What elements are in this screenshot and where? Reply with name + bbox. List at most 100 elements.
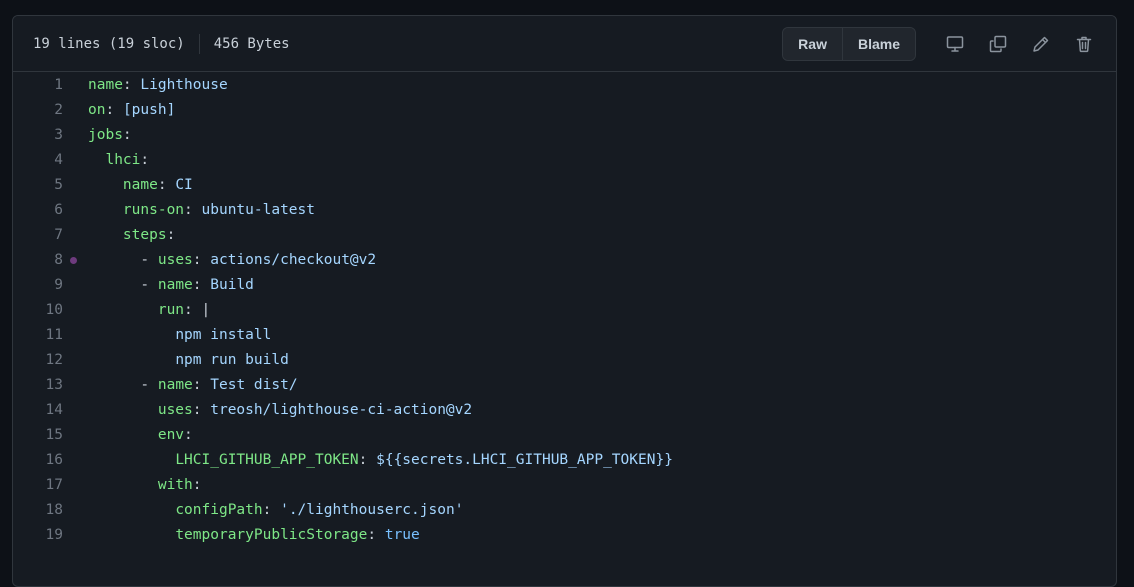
- line-number[interactable]: 19: [13, 523, 63, 548]
- line-content: name: CI: [88, 173, 193, 198]
- line-number[interactable]: 6: [13, 198, 63, 223]
- yaml-separator: :: [184, 427, 193, 443]
- line-number[interactable]: 18: [13, 498, 63, 523]
- line-number[interactable]: 15: [13, 423, 63, 448]
- line-number[interactable]: 11: [13, 323, 63, 348]
- line-number[interactable]: 7: [13, 223, 63, 248]
- yaml-key: steps: [122, 227, 167, 243]
- yaml-separator: :: [122, 77, 141, 93]
- yaml-key: lhci: [105, 152, 141, 168]
- list-dash: -: [140, 277, 158, 293]
- yaml-separator: :: [367, 527, 385, 543]
- line-number[interactable]: 16: [13, 448, 63, 473]
- yaml-separator: :: [184, 302, 202, 318]
- code-line: 10 run: |: [13, 298, 1116, 323]
- yaml-separator: :: [140, 152, 150, 168]
- yaml-value: Test dist/: [210, 377, 298, 393]
- yaml-separator: :: [358, 452, 377, 468]
- line-number[interactable]: 8: [13, 248, 63, 273]
- code-line: 19 temporaryPublicStorage: true: [13, 523, 1116, 548]
- yaml-key: configPath: [175, 502, 263, 518]
- line-marker: [63, 398, 88, 423]
- code-line: 12 npm run build: [13, 348, 1116, 373]
- line-marker: [63, 448, 88, 473]
- code-line: 6 runs-on: ubuntu-latest: [13, 198, 1116, 223]
- code-line: 4 lhci:: [13, 148, 1116, 173]
- file-info: 19 lines (19 sloc) 456 Bytes: [33, 33, 290, 54]
- line-number[interactable]: 14: [13, 398, 63, 423]
- yaml-key: uses: [157, 252, 193, 268]
- yaml-key: jobs: [88, 127, 123, 143]
- line-marker: [63, 123, 88, 148]
- pencil-icon[interactable]: [1025, 28, 1057, 60]
- line-content: jobs:: [88, 123, 132, 148]
- line-marker: [63, 248, 88, 273]
- line-content: steps:: [88, 223, 175, 248]
- file-size: 456 Bytes: [213, 35, 290, 52]
- yaml-value: npm run build: [175, 352, 289, 368]
- blame-button[interactable]: Blame: [841, 27, 915, 60]
- code-line: 1 name: Lighthouse: [13, 73, 1116, 98]
- line-number[interactable]: 2: [13, 98, 63, 123]
- yaml-value: true: [384, 527, 420, 543]
- yaml-key: name: [157, 377, 193, 393]
- line-marker: [63, 298, 88, 323]
- yaml-separator: :: [262, 502, 281, 518]
- line-number[interactable]: 17: [13, 473, 63, 498]
- line-marker: [63, 223, 88, 248]
- code-line: 18 configPath: './lighthouserc.json': [13, 498, 1116, 523]
- yaml-key: uses: [157, 402, 193, 418]
- yaml-separator: :: [157, 177, 176, 193]
- line-marker: [63, 473, 88, 498]
- line-content: - name: Build: [88, 273, 254, 298]
- code-line: 8 - uses: actions/checkout@v2: [13, 248, 1116, 273]
- line-marker: [63, 523, 88, 548]
- line-content: uses: treosh/lighthouse-ci-action@v2: [88, 398, 472, 423]
- yaml-key: runs-on: [122, 202, 185, 218]
- line-marker: [63, 323, 88, 348]
- code-line: 11 npm install: [13, 323, 1116, 348]
- line-marker: [63, 73, 88, 98]
- yaml-value: Lighthouse: [140, 77, 228, 93]
- line-number[interactable]: 9: [13, 273, 63, 298]
- line-number[interactable]: 1: [13, 73, 63, 98]
- line-marker: [63, 173, 88, 198]
- yaml-separator: :: [192, 277, 211, 293]
- line-content: runs-on: ubuntu-latest: [88, 198, 315, 223]
- line-content: configPath: './lighthouserc.json': [88, 498, 463, 523]
- raw-blame-group: Raw Blame: [782, 26, 916, 61]
- trash-icon[interactable]: [1068, 28, 1100, 60]
- raw-button[interactable]: Raw: [783, 27, 842, 60]
- line-content: - uses: actions/checkout@v2: [88, 248, 376, 273]
- line-marker: [63, 423, 88, 448]
- code-line: 13 - name: Test dist/: [13, 373, 1116, 398]
- line-number[interactable]: 12: [13, 348, 63, 373]
- yaml-key: LHCI_GITHUB_APP_TOKEN: [175, 452, 359, 468]
- list-dash: -: [140, 252, 158, 268]
- copy-icon[interactable]: [982, 28, 1014, 60]
- line-number[interactable]: 3: [13, 123, 63, 148]
- line-content: temporaryPublicStorage: true: [88, 523, 420, 548]
- line-count: 19 lines (19 sloc): [33, 35, 185, 52]
- line-number[interactable]: 13: [13, 373, 63, 398]
- line-number[interactable]: 5: [13, 173, 63, 198]
- line-content: LHCI_GITHUB_APP_TOKEN: ${{secrets.LHCI_G…: [88, 448, 673, 473]
- line-content: name: Lighthouse: [88, 73, 228, 98]
- code-line: 3 jobs:: [13, 123, 1116, 148]
- line-content: npm run build: [88, 348, 289, 373]
- yaml-value: actions/checkout@v2: [210, 252, 377, 268]
- line-number[interactable]: 4: [13, 148, 63, 173]
- desktop-icon[interactable]: [939, 28, 971, 60]
- line-content: with:: [88, 473, 202, 498]
- line-content: - name: Test dist/: [88, 373, 298, 398]
- yaml-key: on: [88, 102, 106, 118]
- line-number[interactable]: 10: [13, 298, 63, 323]
- yaml-separator: :: [192, 477, 202, 493]
